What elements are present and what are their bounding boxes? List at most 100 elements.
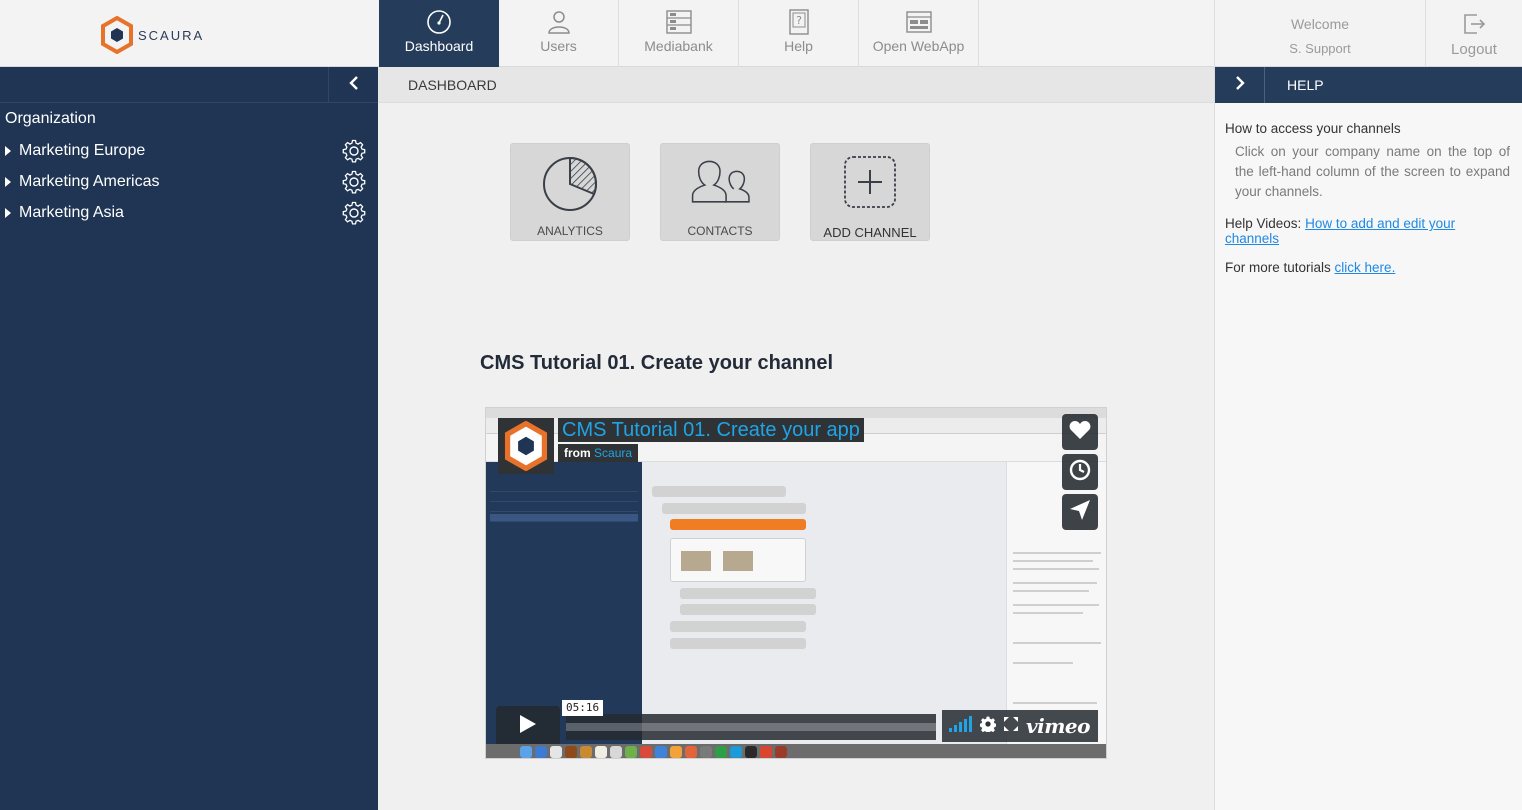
sidebar-item-marketing-americas[interactable]: Marketing Americas (0, 166, 378, 197)
volume-icon[interactable] (948, 715, 972, 737)
user-name: S. Support (1289, 41, 1351, 56)
video-frame-row (490, 484, 638, 492)
video-frame-bar (670, 621, 806, 632)
help-tutorials-link[interactable]: click here. (1335, 260, 1396, 275)
video-controls-right: vimeo (942, 710, 1098, 742)
tile-label: CONTACTS (687, 224, 753, 238)
video-frame-line (1013, 604, 1099, 606)
settings-gear-icon[interactable] (979, 716, 997, 737)
scaura-hexagon-icon (101, 16, 133, 54)
user-icon (546, 9, 572, 35)
video-from-label: from (564, 446, 591, 460)
sidebar-item-marketing-asia[interactable]: Marketing Asia (0, 197, 378, 228)
sidebar-item-label: Marketing Asia (19, 203, 124, 221)
video-frame-line (1013, 552, 1101, 554)
video-share-button[interactable] (1062, 494, 1098, 530)
help-body: How to access your channels Click on you… (1215, 103, 1522, 275)
dock-app-icon (730, 746, 742, 758)
video-frame-dock (486, 744, 1106, 758)
video-like-button[interactable] (1062, 414, 1098, 450)
help-header: HELP (1215, 67, 1522, 103)
help-icon: ? (786, 9, 812, 35)
plus-icon (838, 150, 902, 214)
video-player[interactable]: CMS Tutorial 01. Create your app from Sc… (485, 407, 1107, 759)
video-frame-line (1013, 582, 1097, 584)
vimeo-logo[interactable]: vimeo (1026, 714, 1090, 738)
scaura-hexagon-icon (504, 421, 548, 471)
fullscreen-icon[interactable] (1004, 716, 1018, 736)
dock-app-icon (745, 746, 757, 758)
dock-app-icon (700, 746, 712, 758)
help-title: HELP (1287, 77, 1324, 93)
nav-help[interactable]: ? Help (739, 0, 859, 67)
dock-app-icon (670, 746, 682, 758)
video-frame-bar (670, 638, 806, 649)
help-panel: HELP How to access your channels Click o… (1214, 67, 1522, 810)
contacts-tile[interactable]: CONTACTS (660, 143, 780, 241)
video-frame-bar (652, 486, 786, 497)
gear-icon[interactable] (342, 201, 366, 225)
nav-dashboard[interactable]: Dashboard (379, 0, 499, 67)
video-frame-bar (662, 503, 806, 514)
chevron-left-icon (348, 75, 360, 95)
video-progress-bar[interactable] (566, 714, 936, 740)
video-frame-line (1013, 612, 1083, 614)
video-frame-row (490, 504, 638, 512)
dock-app-icon (775, 746, 787, 758)
main-nav: Dashboard Users Mediabank ? Help Open We… (379, 0, 979, 67)
nav-mediabank[interactable]: Mediabank (619, 0, 739, 67)
video-frame-line (1013, 642, 1101, 644)
webapp-icon (905, 9, 932, 35)
nav-label: Open WebApp (872, 38, 965, 54)
add-channel-tile[interactable]: ADD CHANNEL (810, 143, 930, 241)
dock-app-icon (535, 746, 547, 758)
dock-app-icon (550, 746, 562, 758)
video-frame-line (1013, 662, 1073, 664)
video-frame-line (1013, 560, 1093, 562)
video-frame-thumb (681, 551, 711, 571)
sidebar-item-label: Marketing Americas (19, 172, 160, 190)
gear-icon[interactable] (342, 139, 366, 163)
tile-label: ANALYTICS (537, 224, 603, 238)
help-videos: Help Videos: How to add and edit your ch… (1225, 216, 1510, 246)
play-icon (519, 714, 537, 739)
sidebar-item-marketing-europe[interactable]: Marketing Europe (0, 135, 378, 166)
expand-arrow-icon[interactable] (5, 145, 11, 156)
video-frame-row (490, 494, 638, 502)
sidebar-item-label: Marketing Europe (19, 141, 146, 159)
video-channel-link[interactable]: Scaura (594, 446, 632, 460)
video-play-button[interactable] (496, 706, 560, 746)
logout-label: Logout (1451, 41, 1497, 58)
welcome-box: Welcome S. Support (1214, 0, 1426, 67)
analytics-tile[interactable]: ANALYTICS (510, 143, 630, 241)
nav-users[interactable]: Users (499, 0, 619, 67)
nav-label: Mediabank (644, 38, 713, 54)
video-channel-logo[interactable] (498, 418, 554, 474)
help-videos-label: Help Videos: (1225, 216, 1302, 231)
video-overlay-title[interactable]: CMS Tutorial 01. Create your app (558, 418, 864, 442)
clock-icon (1069, 459, 1091, 486)
video-frame-bar (680, 604, 816, 615)
video-frame-line (1013, 702, 1097, 704)
gear-icon[interactable] (342, 170, 366, 194)
sidebar-collapse-button[interactable] (328, 67, 378, 103)
logout-button[interactable]: Logout (1426, 0, 1522, 67)
logo[interactable]: SCAURA (100, 16, 204, 54)
video-frame-bar (680, 588, 816, 599)
video-frame-line (1013, 590, 1089, 592)
video-watch-later-button[interactable] (1062, 454, 1098, 490)
video-time-badge: 05:16 (562, 700, 604, 716)
sidebar-header (0, 67, 378, 103)
expand-arrow-icon[interactable] (5, 207, 11, 218)
dashboard-tiles: ANALYTICS CONTACTS ADD CHANNEL (510, 143, 930, 241)
svg-text:?: ? (796, 14, 802, 27)
expand-arrow-icon[interactable] (5, 176, 11, 187)
organization-title[interactable]: Organization (0, 103, 378, 135)
help-tutorials: For more tutorials click here. (1225, 260, 1510, 275)
welcome-text: Welcome (1290, 16, 1350, 32)
dock-app-icon (565, 746, 577, 758)
help-tutorials-label: For more tutorials (1225, 260, 1331, 275)
dock-app-icon (580, 746, 592, 758)
nav-open-webapp[interactable]: Open WebApp (859, 0, 979, 67)
help-collapse-button[interactable] (1215, 67, 1265, 103)
